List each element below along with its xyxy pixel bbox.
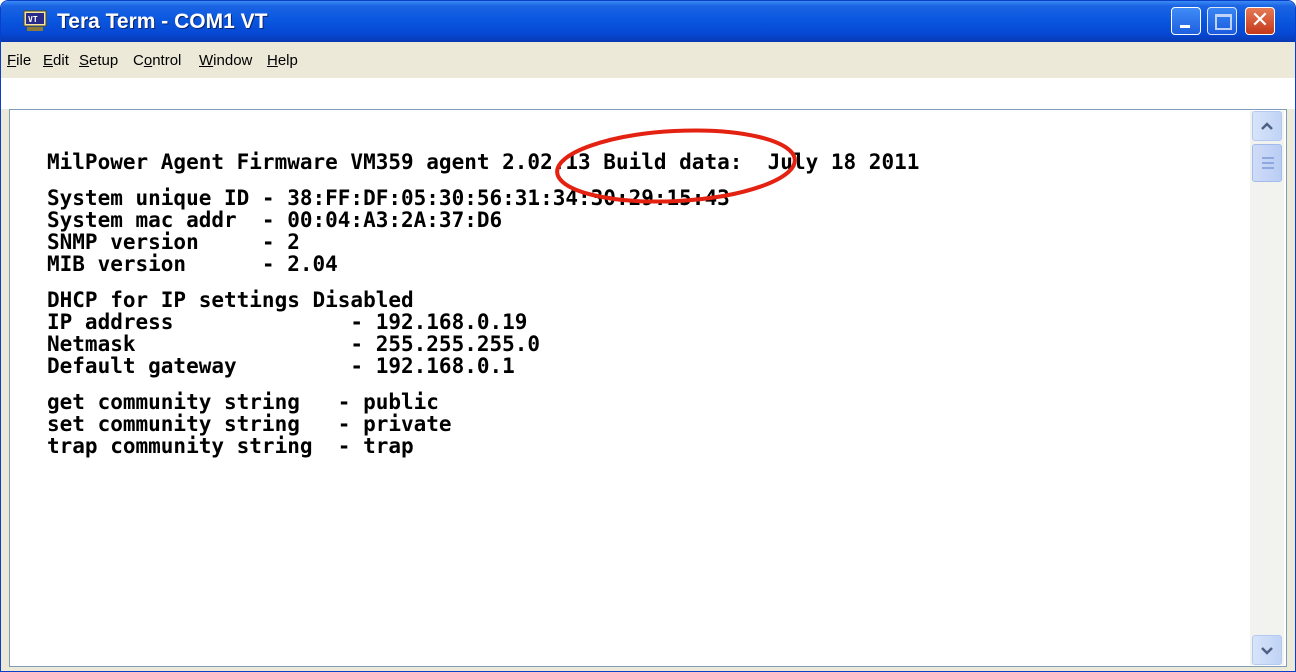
terminal-line: IP address - 192.168.0.19: [47, 310, 528, 334]
tera-term-window: VT Tera Term - COM1 VT ✕ File Edit Setup…: [0, 0, 1296, 672]
terminal-line: trap community string - trap: [47, 434, 414, 458]
minimize-button[interactable]: [1171, 7, 1201, 35]
tera-term-app-icon: VT: [23, 10, 47, 31]
menu-mnemonic: o: [143, 52, 153, 69]
scroll-down-button[interactable]: [1252, 635, 1282, 665]
menu-file[interactable]: File: [7, 52, 31, 69]
scrollbar-thumb[interactable]: [1252, 144, 1282, 182]
terminal-line: set community string - private: [47, 412, 452, 436]
menu-edit[interactable]: Edit: [43, 52, 69, 69]
terminal-output: MilPower Agent Firmware VM359 agent 2.02…: [47, 151, 1237, 457]
menu-window[interactable]: Window: [199, 52, 252, 69]
terminal-line: System mac addr - 00:04:A3:2A:37:D6: [47, 208, 503, 232]
scroll-down-icon: [1261, 647, 1273, 655]
close-icon: ✕: [1250, 8, 1270, 33]
thumb-grip: [1262, 157, 1274, 159]
menu-help[interactable]: Help: [267, 52, 298, 69]
maximize-icon: [1215, 14, 1232, 30]
menu-mnemonic: H: [267, 52, 278, 69]
menu-setup[interactable]: Setup: [79, 52, 118, 69]
title-bar[interactable]: VT Tera Term - COM1 VT ✕: [1, 1, 1295, 42]
terminal-line: MilPower Agent Firmware VM359 agent 2.02…: [47, 150, 920, 174]
menu-control[interactable]: Control: [133, 52, 181, 69]
terminal-line: MIB version - 2.04: [47, 252, 338, 276]
minimize-icon: [1180, 25, 1190, 28]
menu-mnemonic: F: [7, 52, 17, 69]
terminal-line: System unique ID - 38:FF:DF:05:30:56:31:…: [47, 186, 730, 210]
close-button[interactable]: ✕: [1245, 7, 1275, 35]
menu-bar: File Edit Setup Control Window Help: [1, 42, 1295, 79]
terminal-line: get community string - public: [47, 390, 439, 414]
window-title: Tera Term - COM1 VT: [57, 10, 268, 33]
menu-mnemonic: E: [43, 52, 54, 69]
vertical-scrollbar[interactable]: [1250, 111, 1284, 665]
terminal-line: Default gateway - 192.168.0.1: [47, 354, 515, 378]
terminal-line: DHCP for IP settings Disabled: [47, 288, 414, 312]
thumb-grip: [1262, 162, 1274, 164]
thumb-grip: [1262, 167, 1274, 169]
menu-mnemonic: S: [79, 52, 90, 69]
terminal-line: SNMP version - 2: [47, 230, 300, 254]
menu-mnemonic: W: [199, 52, 214, 69]
scroll-up-icon: [1261, 122, 1273, 130]
toolbar-spacer: [1, 78, 1295, 109]
terminal-line: Netmask - 255.255.255.0: [47, 332, 541, 356]
svg-text:VT: VT: [28, 15, 38, 24]
scroll-up-button[interactable]: [1252, 111, 1282, 141]
maximize-button[interactable]: [1207, 7, 1237, 35]
